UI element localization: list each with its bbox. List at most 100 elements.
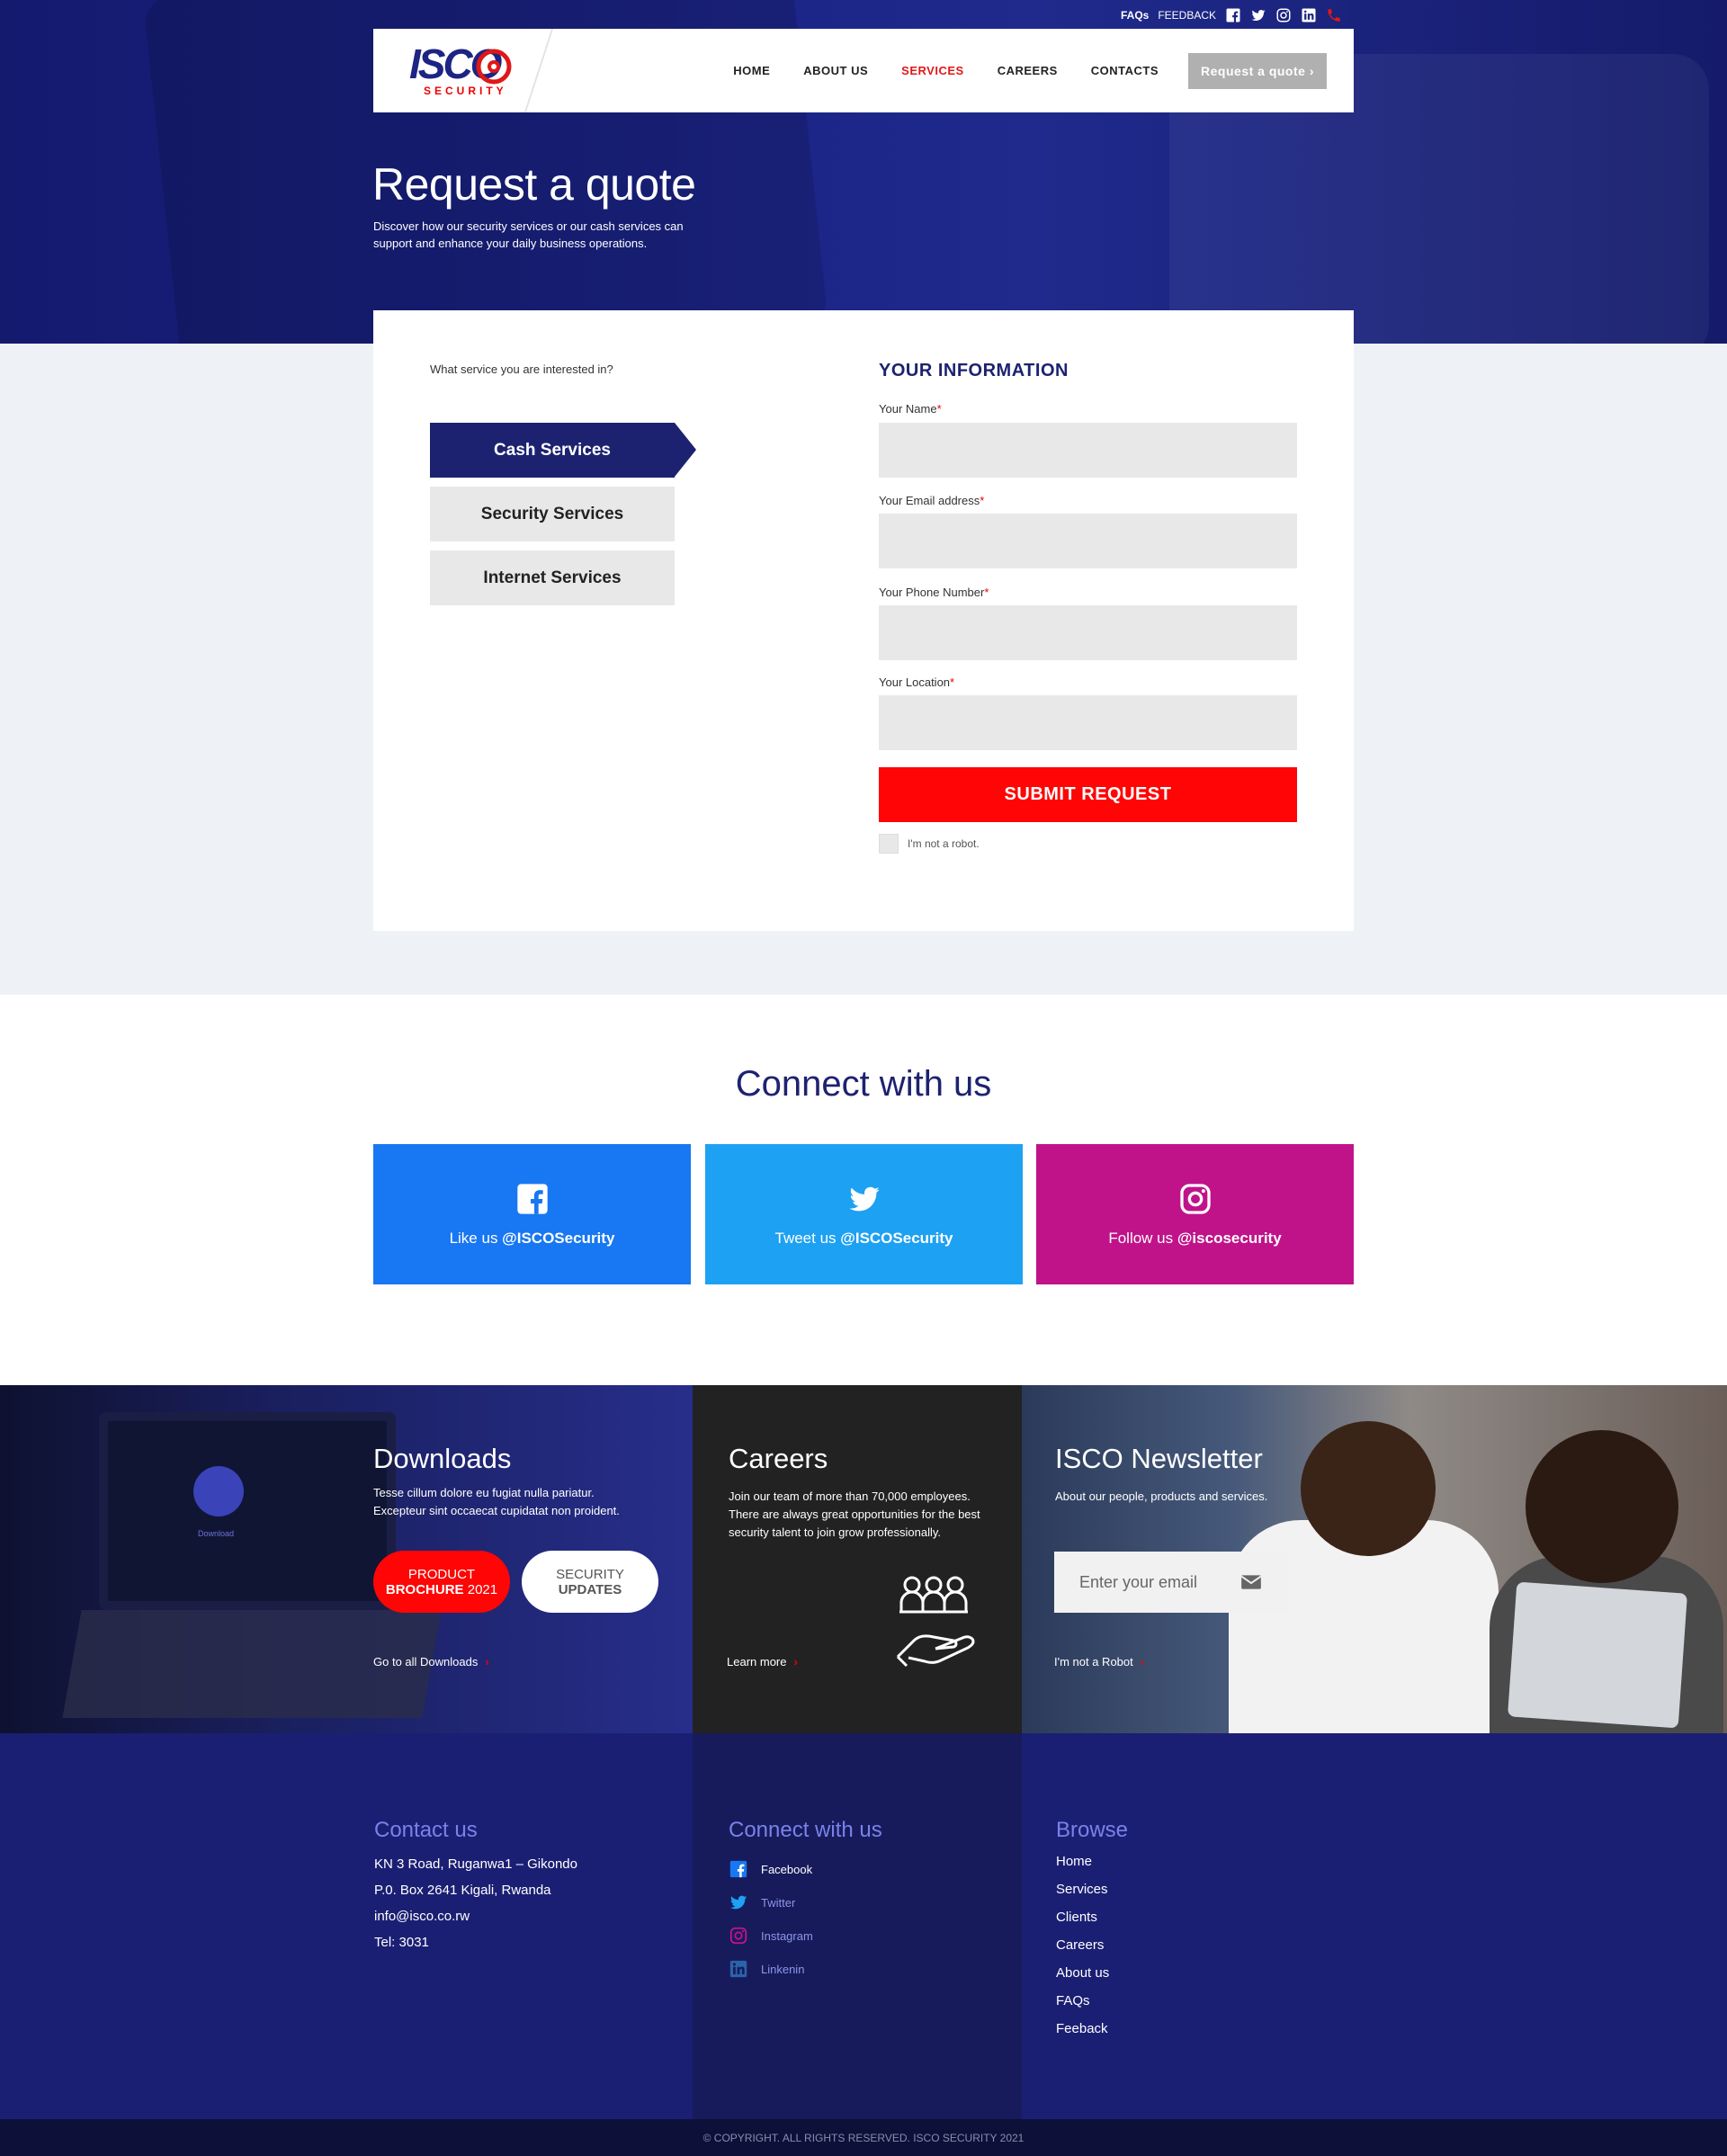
twitter-card-pre: Tweet us	[774, 1230, 841, 1247]
downloads-title: Downloads	[373, 1443, 512, 1474]
location-field[interactable]	[879, 695, 1297, 750]
careers-text: Join our team of more than 70,000 employ…	[729, 1490, 980, 1539]
nav-about-us[interactable]: ABOUT US	[803, 64, 868, 77]
all-downloads-text: Go to all Downloads	[373, 1655, 479, 1668]
email-placeholder: Enter your email	[1079, 1572, 1198, 1591]
service-option-internet[interactable]: Internet Services	[430, 550, 675, 605]
footer-twitter-link[interactable]: Twitter	[729, 1892, 795, 1912]
location-label-text: Your Location	[879, 675, 951, 689]
instagram-card-handle: @iscosecurity	[1177, 1230, 1282, 1247]
connect-section: Connect with us Like us @ISCOSecurity Tw…	[0, 995, 1727, 1385]
instagram-card[interactable]: Follow us @iscosecurity	[1036, 1144, 1354, 1284]
twitter-icon[interactable]	[1250, 7, 1266, 23]
facebook-icon	[516, 1184, 548, 1214]
hero-banner: FAQs FEEDBACK ISCO SECURITY HOME ABOUT U…	[0, 0, 1727, 344]
nav-menu: HOME ABOUT US SERVICES CAREERS CONTACTS …	[733, 29, 1327, 112]
instagram-icon	[1179, 1184, 1211, 1214]
browse-link-services[interactable]: Services	[1056, 1882, 1108, 1897]
careers-learn-more-link[interactable]: Learn more ›	[727, 1655, 798, 1668]
instagram-card-text: Follow us @iscosecurity	[1108, 1230, 1281, 1248]
service-option-security[interactable]: Security Services	[430, 487, 675, 541]
instagram-icon	[729, 1927, 747, 1945]
captcha-checkbox[interactable]	[879, 834, 899, 854]
mail-icon[interactable]	[1239, 1570, 1263, 1594]
chevron-right-icon: ›	[793, 1655, 798, 1668]
footer-facebook-label: Facebook	[761, 1862, 813, 1876]
name-field[interactable]	[879, 423, 1297, 478]
email-field[interactable]	[879, 514, 1297, 568]
twitter-card-text: Tweet us @ISCOSecurity	[775, 1230, 953, 1248]
phone-field[interactable]	[879, 605, 1297, 660]
facebook-icon	[729, 1860, 747, 1878]
footer-linkedin-label: Linkenin	[761, 1962, 805, 1976]
twitter-card[interactable]: Tweet us @ISCOSecurity	[705, 1144, 1023, 1284]
email-label: Your Email address*	[879, 494, 984, 507]
browse-link-home[interactable]: Home	[1056, 1854, 1092, 1869]
pill-top-text: PRODUCT	[407, 1566, 476, 1582]
footer-address: KN 3 Road, Ruganwa1 – Gikondo	[374, 1856, 577, 1872]
pill-bottom-text: BROCHURE 2021	[386, 1582, 497, 1597]
top-links: FAQs FEEDBACK	[1121, 7, 1342, 23]
twitter-icon	[729, 1895, 747, 1910]
security-updates-button[interactable]: SECURITY UPDATES	[522, 1551, 658, 1613]
footer-linkedin-link[interactable]: Linkenin	[729, 1959, 804, 1979]
your-information-heading: YOUR INFORMATION	[879, 361, 1069, 380]
footer-contact-title: Contact us	[374, 1818, 478, 1842]
newsletter-email-input[interactable]: Enter your email	[1054, 1552, 1288, 1613]
nav-contacts[interactable]: CONTACTS	[1091, 64, 1159, 77]
feedback-link[interactable]: FEEDBACK	[1158, 9, 1216, 22]
careers-panel	[693, 1385, 1022, 1733]
facebook-icon[interactable]	[1225, 7, 1241, 23]
service-option-cash[interactable]: Cash Services	[430, 423, 696, 478]
nav-home[interactable]: HOME	[733, 64, 770, 77]
nav-divider	[523, 29, 554, 112]
footer-phone: Tel: 3031	[374, 1935, 429, 1950]
footer: Contact us KN 3 Road, Ruganwa1 – Gikondo…	[0, 1733, 1727, 2119]
nav-careers[interactable]: CAREERS	[998, 64, 1058, 77]
newsletter-photo-person	[1526, 1430, 1678, 1583]
all-downloads-link[interactable]: Go to all Downloads ›	[373, 1655, 489, 1668]
downloads-laptop-image: Download	[99, 1412, 396, 1610]
phone-icon[interactable]	[1326, 7, 1342, 23]
facebook-card-pre: Like us	[449, 1230, 503, 1247]
facebook-card[interactable]: Like us @ISCOSecurity	[373, 1144, 691, 1284]
copyright-bar: © COPYRIGHT. ALL RIGHTS RESERVED. ISCO S…	[0, 2119, 1727, 2156]
browse-link-clients[interactable]: Clients	[1056, 1910, 1097, 1925]
newsletter-robot-link[interactable]: I'm not a Robot ›	[1054, 1655, 1144, 1668]
nav-services[interactable]: SERVICES	[901, 64, 964, 77]
required-marker: *	[950, 675, 955, 689]
chevron-right-icon: ›	[485, 1655, 489, 1668]
faqs-link[interactable]: FAQs	[1121, 9, 1149, 22]
newsletter-photo-person	[1301, 1421, 1436, 1556]
browse-link-faqs[interactable]: FAQs	[1056, 1993, 1090, 2008]
required-marker: *	[984, 586, 989, 599]
chevron-right-icon: ›	[1309, 63, 1314, 78]
page-subtitle: Discover how our security services or ou…	[373, 219, 684, 250]
request-quote-button[interactable]: Request a quote ›	[1188, 52, 1327, 89]
captcha-label: I'm not a robot.	[908, 837, 980, 850]
twitter-icon	[848, 1186, 880, 1212]
instagram-icon[interactable]	[1275, 7, 1292, 23]
required-marker: *	[980, 494, 985, 507]
logo-tagline: SECURITY	[424, 85, 507, 97]
footer-email-link[interactable]: info@isco.co.rw	[374, 1909, 470, 1924]
not-robot-text: I'm not a Robot	[1054, 1655, 1133, 1668]
footer-facebook-link[interactable]: Facebook	[729, 1859, 812, 1879]
instagram-card-pre: Follow us	[1108, 1230, 1177, 1247]
footer-instagram-link[interactable]: Instagram	[729, 1926, 813, 1946]
logo-eye-icon	[476, 49, 512, 85]
browse-link-feedback[interactable]: Feeback	[1056, 2021, 1108, 2036]
downloads-text: Tesse cillum dolore eu fugiat nulla pari…	[373, 1486, 620, 1517]
chevron-right-icon: ›	[1140, 1655, 1145, 1668]
isco-logo[interactable]: ISCO SECURITY	[409, 43, 517, 97]
browse-link-about[interactable]: About us	[1056, 1965, 1109, 1981]
pill-bold-text: BROCHURE	[385, 1581, 464, 1597]
pill-top-text: SECURITY	[556, 1566, 624, 1582]
product-brochure-button[interactable]: PRODUCT BROCHURE 2021	[373, 1551, 510, 1613]
connect-title: Connect with us	[735, 1064, 992, 1104]
phone-label-text: Your Phone Number	[879, 586, 985, 599]
submit-request-button[interactable]: SUBMIT REQUEST	[879, 767, 1297, 822]
linkedin-icon[interactable]	[1301, 7, 1317, 23]
browse-link-careers[interactable]: Careers	[1056, 1937, 1104, 1953]
careers-title: Careers	[729, 1443, 828, 1474]
